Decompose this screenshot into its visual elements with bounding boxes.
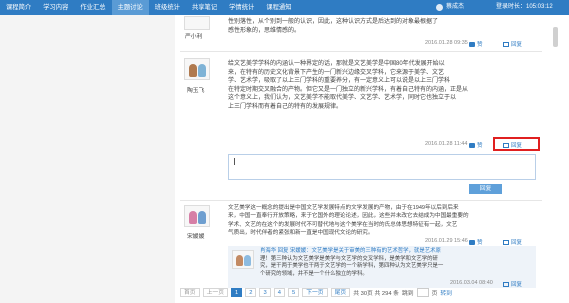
first-page-button[interactable]: 首页 xyxy=(180,288,200,297)
post-time: 2016.01.28 09:35 xyxy=(425,40,468,46)
avatar xyxy=(232,250,254,269)
submit-reply-button[interactable]: 回复 xyxy=(469,184,502,194)
avatar-figure xyxy=(188,211,197,224)
post-text: 给文艺美学学科的内涵认一种界定的话，那就是文艺美学是中国80年代发展开始以 来，… xyxy=(228,60,538,112)
sub-reply-time: 2016.03.04 08:40 xyxy=(450,280,493,286)
jump-page-input[interactable] xyxy=(416,288,429,297)
avatar xyxy=(184,58,210,80)
page-button[interactable]: 1 xyxy=(231,288,243,297)
avatar xyxy=(184,205,210,227)
username[interactable]: 蔡成杰 xyxy=(446,0,464,15)
post-text-line: 学、艺术学，吸取了以上三门学科的重要养分，有一定意义上可以说是以上三门学科 xyxy=(228,78,451,85)
divider xyxy=(180,200,542,201)
page-button[interactable]: 2 xyxy=(245,288,257,297)
highlight-box xyxy=(493,137,540,151)
avatar-figure xyxy=(235,255,243,266)
reply-button[interactable]: 回复 xyxy=(503,280,522,288)
avatar-figure xyxy=(197,64,206,77)
text-cursor xyxy=(234,158,235,165)
reply-textarea[interactable] xyxy=(228,154,536,180)
pagination: 首页 上一页 1 2 3 4 5 下一页 尾页 共 30页 共 294 条 跳到… xyxy=(180,287,452,298)
avatar-figure xyxy=(243,255,251,266)
post-author[interactable]: 宋媛媛 xyxy=(187,231,204,240)
post-text-line: 气质出，时代伴者的紧张和新一直是中国现代文论的研究。 xyxy=(228,229,374,236)
jump-label: 跳到 xyxy=(401,291,414,297)
thumbs-up-icon xyxy=(469,143,475,148)
sub-reply-line: 肖海华 回复 宋媛媛：文艺美学是关于审美的三种有的艺术哲学，就是艺术原 xyxy=(260,248,441,254)
login-time: 登录时长：105:03:12 xyxy=(496,4,553,10)
reply-icon xyxy=(503,42,509,47)
sub-reply-line: 究，是干两于美学也干两于文艺学的一个新学科，第四种认为文艺美学只是一 xyxy=(260,263,444,270)
nav-course-intro[interactable]: 课程简介 xyxy=(0,0,37,15)
go-button[interactable]: 转到 xyxy=(440,288,452,297)
sub-reply-text: 肖海华 回复 宋媛媛：文艺美学是关于审美的三种有的艺术哲学，就是艺术原 理！第三… xyxy=(260,248,536,278)
post-text-line: 来，中国一直奉行开放策略，来于它国外的理论论述，因此，这些并未改它去结成为中国最… xyxy=(228,213,469,220)
reply-label: 回复 xyxy=(511,42,523,48)
left-blank-area xyxy=(0,15,175,303)
avatar xyxy=(184,16,210,30)
post-author[interactable]: 严小利 xyxy=(185,31,202,40)
post-text-line: 这个意义上，我们认为，文艺美学不能取代美学、文艺学、艺术学，同时它也独立于以 xyxy=(228,95,457,102)
post-text-line: 给文艺美学学科的内涵认一种界定的话，那就是文艺美学是中国80年代发展开始以 xyxy=(228,61,445,67)
like-label: 赞 xyxy=(477,42,483,48)
reply-button[interactable]: 回复 xyxy=(503,40,522,48)
user-icon xyxy=(436,4,443,11)
nav-shared-notes[interactable]: 共享笔记 xyxy=(186,0,223,15)
like-button[interactable]: 赞 xyxy=(469,40,483,48)
page-unit: 页 xyxy=(431,291,438,297)
post-text-line: 文艺美学这一概念的提出是中国文艺学发展特点的文学发展的产物，由于在1949年以后… xyxy=(228,205,459,211)
thumbs-up-icon xyxy=(469,240,475,245)
nav-learning-content[interactable]: 学习内容 xyxy=(37,0,74,15)
sub-reply-line: 个研究的领域，并不是一个什么独立的学科。 xyxy=(260,270,368,277)
post-text: 性别落性，从个别到一般的认识，因此，这种认识方式是后达到的对象最根据了 感性形象… xyxy=(228,18,528,35)
last-page-button[interactable]: 尾页 xyxy=(330,288,351,297)
post-text: 文艺美学这一概念的提出是中国文艺学发展特点的文学发展的产物，由于在1949年以后… xyxy=(228,204,542,237)
page-button[interactable]: 3 xyxy=(259,288,271,297)
post-time: 2016.01.28 11:44 xyxy=(425,141,468,147)
nav-discussion[interactable]: 主题讨论 xyxy=(111,0,149,15)
reply-button[interactable]: 回复 xyxy=(503,238,522,246)
post-text-line: 感性形象的，思维情感的。 xyxy=(228,27,301,34)
divider xyxy=(180,51,542,52)
reply-icon xyxy=(503,282,509,287)
avatar-figure xyxy=(197,211,206,224)
post-text-line: 性别落性，从个别到一般的认识，因此，这种认识方式是后达到的对象最根据了 xyxy=(228,19,439,25)
post-text-line: 上三门学科而有着自己的特有的发展规律。 xyxy=(228,103,343,110)
nav-homework[interactable]: 作业汇总 xyxy=(74,0,111,15)
like-label: 赞 xyxy=(477,143,483,149)
reply-label: 回复 xyxy=(511,282,523,288)
nav-class-stats[interactable]: 班级统计 xyxy=(149,0,186,15)
like-button[interactable]: 赞 xyxy=(469,238,483,246)
post-text-line: 来，在特有的历史文化背景下产生的一门新兴边缘交叉学科，它来源于美学、文艺 xyxy=(228,69,445,76)
page-button[interactable]: 5 xyxy=(287,288,300,297)
post-text-line: 在特定时期交叉融合的产物。但它又是一门独立的新兴学科，有着自己特有的内涵，正是从 xyxy=(228,86,469,93)
post-author[interactable]: 陶玉飞 xyxy=(187,85,204,94)
reply-icon xyxy=(503,240,509,245)
page-button[interactable]: 4 xyxy=(273,288,285,297)
nav-course-notice[interactable]: 课程通知 xyxy=(260,0,297,15)
next-page-button[interactable]: 下一页 xyxy=(302,288,328,297)
scrollbar[interactable] xyxy=(553,27,558,47)
post-text-line: 学术、文艺的在这个的发展时代不可替代地与这个美学在当时的氏总体思想特征有一起，文… xyxy=(228,221,458,228)
top-nav: 课程简介 学习内容 作业汇总 主题讨论 班级统计 共享笔记 学情统计 课程通知 xyxy=(0,0,569,15)
thumbs-up-icon xyxy=(469,42,475,47)
nav-learning-stats[interactable]: 学情统计 xyxy=(223,0,260,15)
post-time: 2016.01.29 15:46 xyxy=(425,238,468,244)
page-total: 共 30页 共 294 条 xyxy=(353,291,399,297)
like-button[interactable]: 赞 xyxy=(469,141,483,149)
avatar-figure xyxy=(188,64,197,77)
prev-page-button[interactable]: 上一页 xyxy=(202,288,229,297)
